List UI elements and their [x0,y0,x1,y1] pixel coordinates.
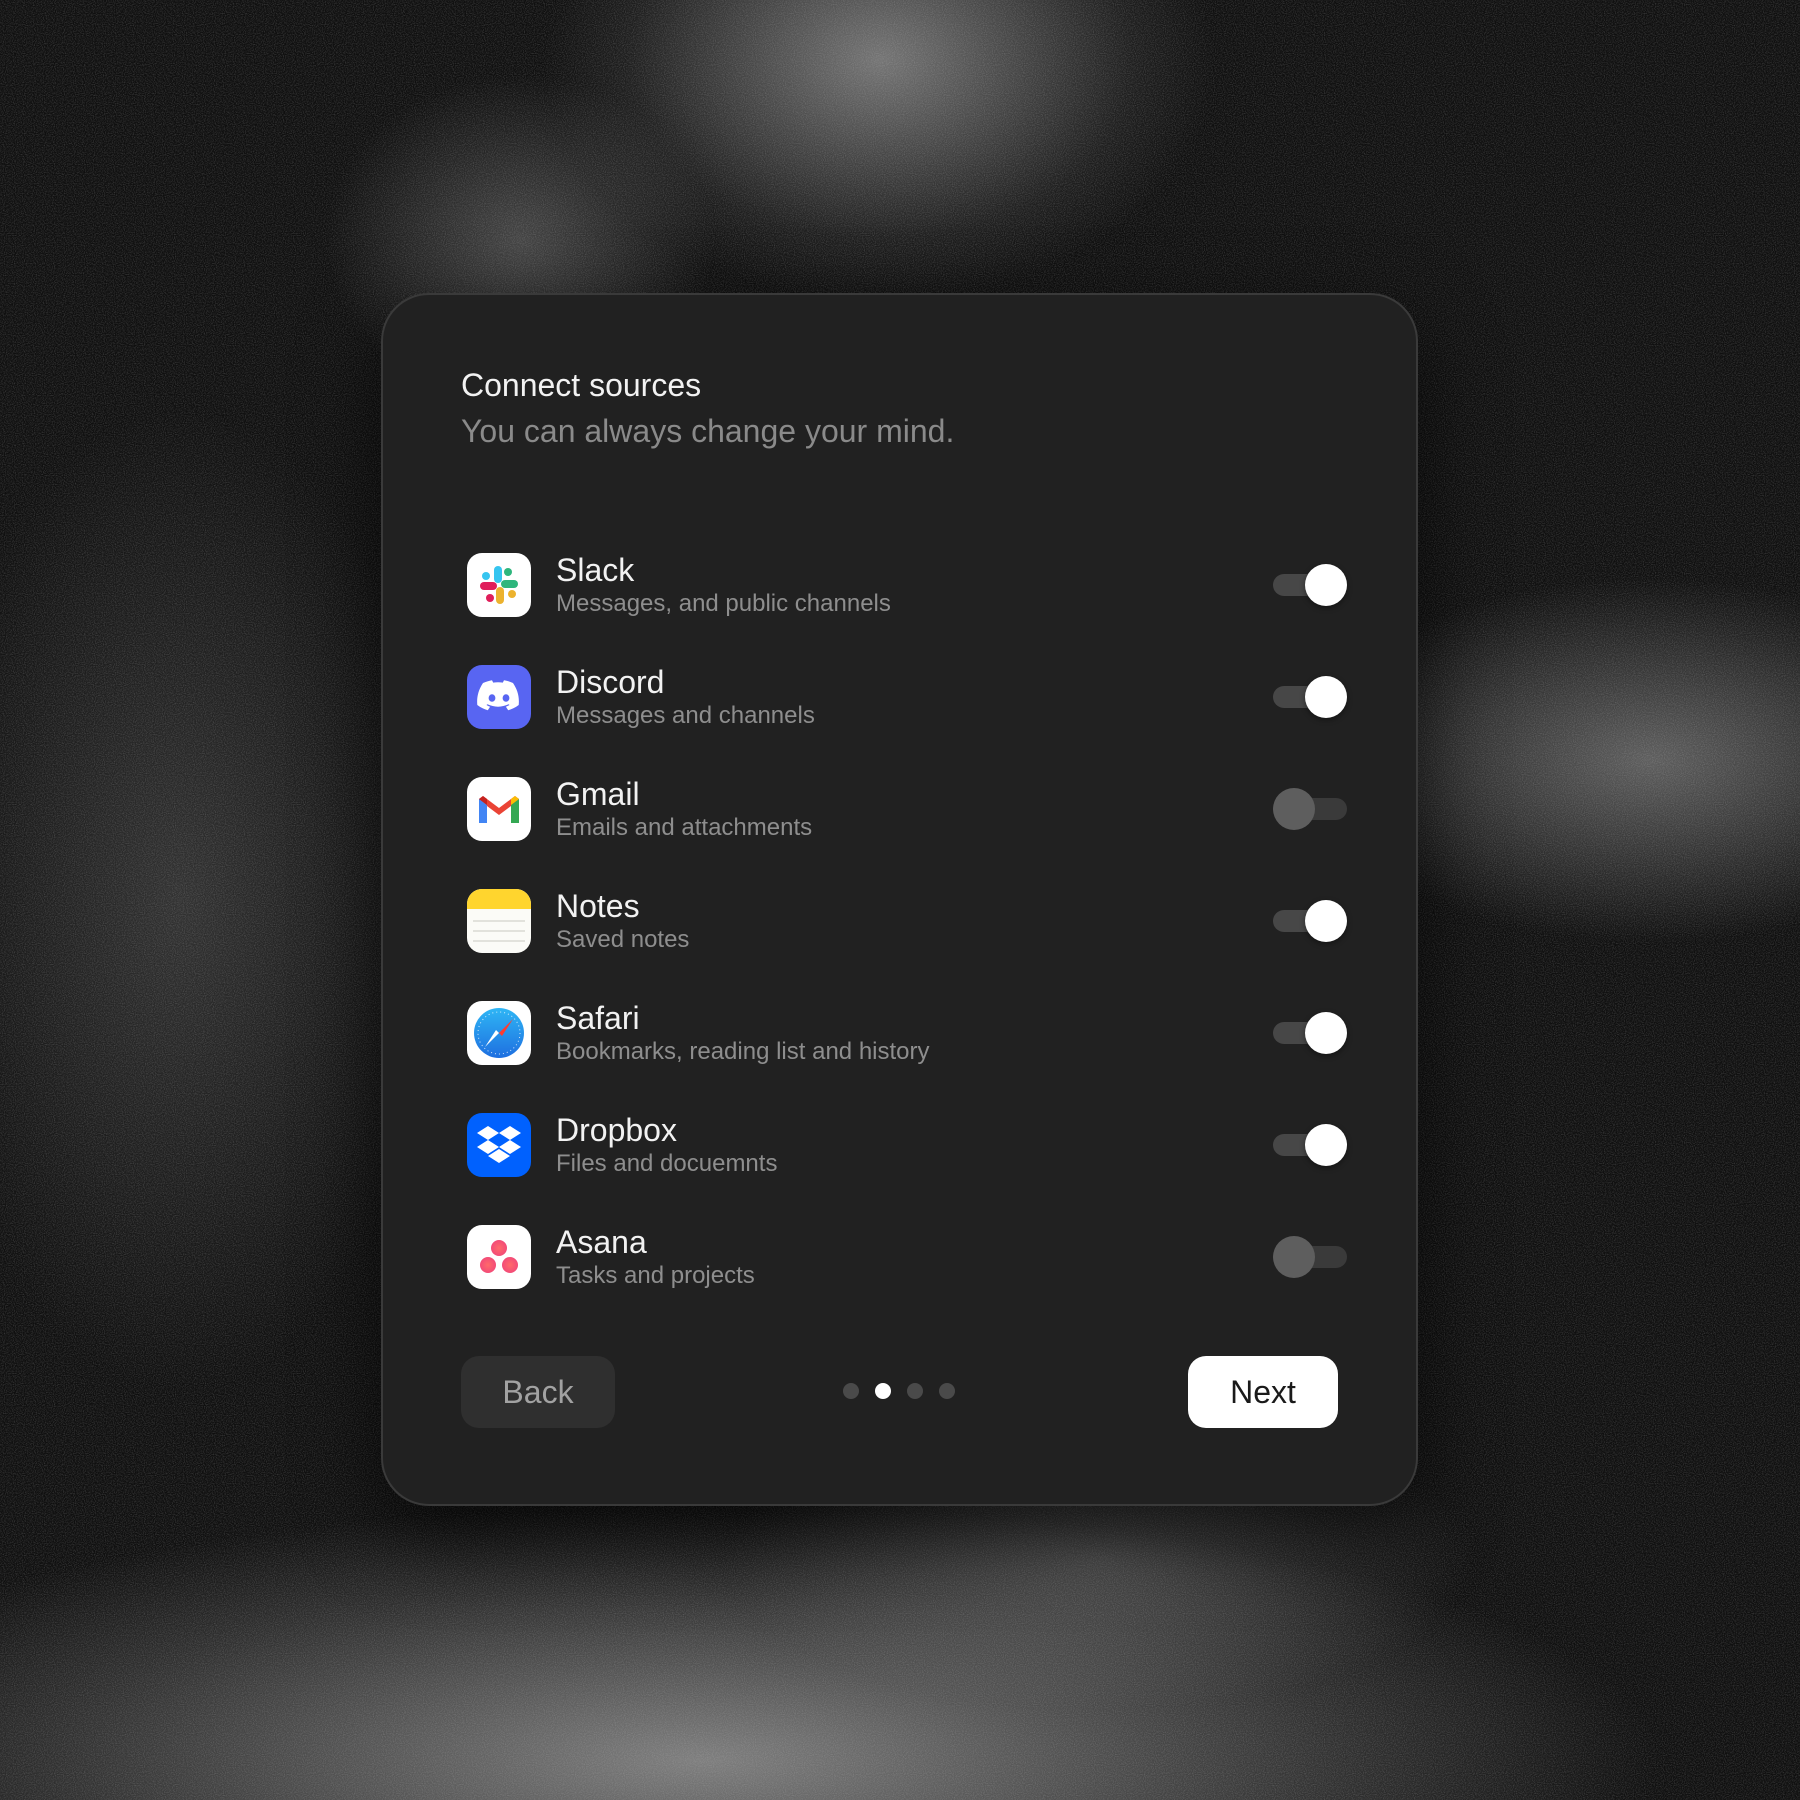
source-row-gmail: Gmail Emails and attachments [467,753,1347,865]
discord-icon [467,665,531,729]
page-indicator [843,1383,955,1399]
source-name: Gmail [556,776,640,812]
discord-toggle[interactable] [1273,676,1347,718]
source-description: Saved notes [556,926,690,953]
sources-list: Slack Messages, and public channels Disc… [467,529,1347,1313]
page-dot-2-active[interactable] [875,1383,891,1399]
source-row-dropbox: Dropbox Files and docuemnts [467,1089,1347,1201]
source-description: Tasks and projects [556,1262,755,1289]
dialog-subtitle: You can always change your mind. [461,413,955,449]
dropbox-toggle[interactable] [1273,1124,1347,1166]
notes-icon [467,889,531,953]
page-dot-4[interactable] [939,1383,955,1399]
gmail-toggle[interactable] [1273,788,1347,830]
next-button[interactable]: Next [1188,1356,1338,1428]
dropbox-icon [467,1113,531,1177]
safari-icon [467,1001,531,1065]
source-name: Safari [556,1000,640,1036]
page-dot-3[interactable] [907,1383,923,1399]
source-name: Notes [556,888,640,924]
source-description: Files and docuemnts [556,1150,778,1177]
asana-toggle[interactable] [1273,1236,1347,1278]
safari-toggle[interactable] [1273,1012,1347,1054]
slack-icon [467,553,531,617]
connect-sources-dialog: Connect sources You can always change yo… [381,293,1418,1506]
source-row-safari: Safari Bookmarks, reading list and histo… [467,977,1347,1089]
source-description: Emails and attachments [556,814,813,841]
page-dot-1[interactable] [843,1383,859,1399]
back-button[interactable]: Back [461,1356,615,1428]
source-name: Dropbox [556,1112,677,1148]
notes-toggle[interactable] [1273,900,1347,942]
source-name: Discord [556,664,665,700]
asana-icon [467,1225,531,1289]
source-row-asana: Asana Tasks and projects [467,1201,1347,1313]
source-row-notes: Notes Saved notes [467,865,1347,977]
slack-toggle[interactable] [1273,564,1347,606]
source-description: Messages, and public channels [556,590,891,617]
source-name: Asana [556,1224,647,1260]
source-row-slack: Slack Messages, and public channels [467,529,1347,641]
source-description: Bookmarks, reading list and history [556,1038,930,1065]
source-name: Slack [556,552,635,588]
source-description: Messages and channels [556,702,815,729]
gmail-icon [467,777,531,841]
source-row-discord: Discord Messages and channels [467,641,1347,753]
dialog-title: Connect sources [461,367,702,403]
